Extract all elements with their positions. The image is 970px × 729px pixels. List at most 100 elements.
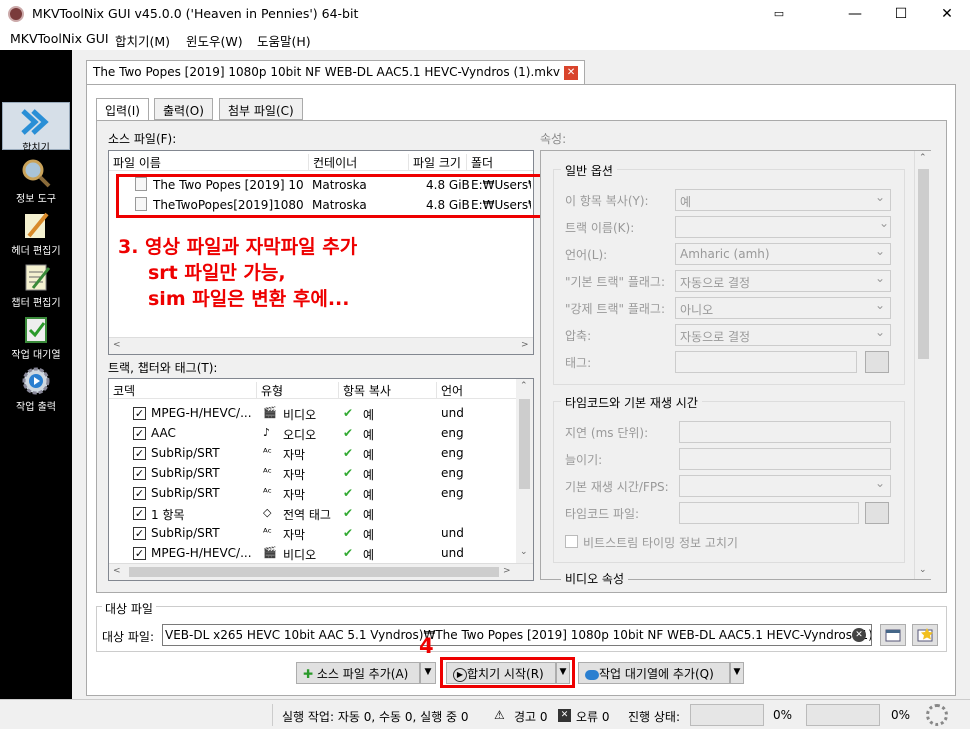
timing-field-input[interactable] [679, 421, 891, 443]
scroll-thumb[interactable] [918, 169, 929, 359]
fix-bitstream-checkbox[interactable] [565, 535, 578, 548]
restore-layout-icon[interactable]: ▭ [756, 0, 802, 28]
col-container[interactable]: 컨테이너 [309, 154, 409, 171]
timing-field-input[interactable] [679, 448, 891, 470]
clear-icon[interactable]: ✕ [852, 628, 866, 642]
track-row[interactable]: ✓ MPEG-H/HEVC/... 🎬 비디오 ✔ 예 und [109, 403, 515, 423]
sidebar-item-merge[interactable]: 합치기 [2, 102, 70, 154]
errors-count: 오류 0 [576, 710, 610, 724]
tab-input[interactable]: 입력(I) [96, 98, 149, 121]
col-file-size[interactable]: 파일 크기 [409, 154, 467, 171]
track-language: und [441, 546, 464, 560]
sidebar-item-job-output[interactable]: 작업 출력 [0, 362, 72, 414]
scroll-left-icon[interactable]: < [113, 566, 121, 576]
sidebar-item-info[interactable]: 정보 도구 [0, 154, 72, 206]
track-checkbox[interactable]: ✓ [133, 447, 146, 460]
scroll-up-icon[interactable]: ⌃ [520, 381, 528, 391]
timing-field-input[interactable] [679, 475, 891, 497]
browse-button[interactable] [865, 351, 889, 373]
track-checkbox[interactable]: ✓ [133, 527, 146, 540]
subtitle-icon: ᴬᶜ [263, 526, 272, 539]
add-source-dropdown[interactable]: ▼ [420, 662, 436, 684]
sidebar-item-job-queue[interactable]: 작업 대기열 [0, 310, 72, 362]
scroll-left-icon[interactable]: < [113, 340, 121, 350]
file-tab[interactable]: The Two Popes [2019] 1080p 10bit NF WEB-… [86, 60, 586, 84]
destination-input[interactable]: VEB-DL x265 HEVC 10bit AAC 5.1 Vyndros)₩… [162, 624, 872, 646]
tracks-list[interactable]: 코덱 유형 항목 복사 언어 ✓ MPEG-H/HEVC/... 🎬 비디오 ✔… [108, 378, 534, 581]
scroll-thumb[interactable] [129, 567, 499, 577]
tab-attachments[interactable]: 첨부 파일(C) [219, 98, 303, 120]
general-field-input[interactable]: 자동으로 결정 [675, 324, 891, 346]
add-to-queue-button[interactable]: 작업 대기열에 추가(Q) [578, 662, 730, 684]
col-language[interactable]: 언어 [437, 382, 517, 399]
menu-window[interactable]: 윈도우(W) [186, 31, 243, 50]
menu-mkvtoolnix[interactable]: MKVToolNix GUI [10, 31, 109, 46]
tracks-vscrollbar[interactable]: ⌃ ⌄ [516, 379, 533, 565]
tab-output[interactable]: 출력(O) [154, 98, 213, 120]
menu-merge[interactable]: 합치기(M) [115, 31, 170, 50]
general-field-label: 태그: [565, 356, 592, 370]
col-copy[interactable]: 항목 복사 [339, 382, 437, 399]
scroll-down-icon[interactable]: ⌄ [919, 565, 927, 575]
track-row[interactable]: ✓ MPEG-H/HEVC/... 🎬 비디오 ✔ 예 und [109, 543, 515, 563]
track-row[interactable]: ✓ 1 항목 ◇ 전역 태그 ✔ 예 [109, 503, 515, 523]
track-copy: 예 [363, 528, 375, 542]
track-type: 자막 [283, 488, 306, 502]
scroll-down-icon[interactable]: ⌄ [520, 547, 528, 557]
file-tab-label: The Two Popes [2019] 1080p 10bit NF WEB-… [93, 65, 561, 79]
col-type[interactable]: 유형 [257, 382, 339, 399]
properties-panel: 일반 옵션 이 항목 복사(Y): 예트랙 이름(K): ⌄ 언어(L): Amh… [540, 150, 931, 587]
track-row[interactable]: ✓ SubRip/SRT ᴬᶜ 자막 ✔ 예 und [109, 523, 515, 543]
sidebar-item-header-editor[interactable]: 헤더 편집기 [0, 206, 72, 258]
minimize-button[interactable]: — [832, 0, 878, 28]
maximize-button[interactable]: ☐ [878, 0, 924, 28]
track-type: 자막 [283, 468, 306, 482]
close-button[interactable]: ✕ [924, 0, 970, 28]
track-row[interactable]: ✓ SubRip/SRT ᴬᶜ 자막 ✔ 예 eng [109, 443, 515, 463]
annotation-line-1: 3. 영상 파일과 자막파일 추가 [118, 236, 358, 258]
tracks-hscrollbar[interactable]: < > [109, 563, 533, 580]
sidebar: 합치기 정보 도구 헤더 편집기 챕터 편집기 작업 대기열 작업 출력 [0, 50, 72, 699]
merge-icon [21, 109, 49, 135]
browse-button[interactable] [880, 624, 906, 646]
track-checkbox[interactable]: ✓ [133, 507, 146, 520]
warnings-count: 경고 0 [514, 710, 548, 724]
track-language: eng [441, 466, 464, 480]
source-hscrollbar[interactable]: < > [109, 337, 533, 354]
timing-field-input[interactable] [679, 502, 859, 524]
scroll-up-icon[interactable]: ⌃ [919, 153, 927, 163]
close-icon[interactable]: ✕ [564, 65, 579, 80]
general-field-input[interactable]: 예 [675, 189, 891, 211]
add-source-button[interactable]: ✚ 소스 파일 추가(A) [296, 662, 420, 684]
track-row[interactable]: ✓ AAC ♪ 오디오 ✔ 예 eng [109, 423, 515, 443]
scroll-right-icon[interactable]: > [521, 340, 529, 350]
general-field-input[interactable]: Amharic (amh) [675, 243, 891, 265]
track-checkbox[interactable]: ✓ [133, 427, 146, 440]
folder-icon [885, 629, 901, 642]
track-checkbox[interactable]: ✓ [133, 407, 146, 420]
track-checkbox[interactable]: ✓ [133, 547, 146, 560]
properties-vscrollbar[interactable]: ⌃ ⌄ [914, 151, 931, 579]
browse-button[interactable] [865, 502, 889, 524]
menu-help[interactable]: 도움말(H) [257, 31, 311, 50]
scroll-right-icon[interactable]: > [503, 566, 511, 576]
sidebar-item-chapter-editor[interactable]: 챕터 편집기 [0, 258, 72, 310]
checkmark-icon: ✔ [343, 446, 354, 460]
col-file-name[interactable]: 파일 이름 [109, 154, 309, 171]
track-row[interactable]: ✓ SubRip/SRT ᴬᶜ 자막 ✔ 예 eng [109, 463, 515, 483]
track-checkbox[interactable]: ✓ [133, 487, 146, 500]
general-field-input[interactable] [675, 216, 891, 238]
track-row[interactable]: ✓ SubRip/SRT ᴬᶜ 자막 ✔ 예 eng [109, 483, 515, 503]
track-language: eng [441, 446, 464, 460]
add-to-queue-dropdown[interactable]: ▼ [730, 662, 744, 684]
recent-destinations-button[interactable] [912, 624, 938, 646]
general-field-input[interactable] [675, 351, 857, 373]
col-codec[interactable]: 코덱 [109, 382, 257, 399]
tag-icon: ◇ [263, 506, 272, 519]
col-folder[interactable]: 폴더 [467, 154, 533, 171]
general-field-input[interactable]: 자동으로 결정 [675, 270, 891, 292]
scroll-thumb[interactable] [519, 399, 530, 489]
chevron-down-icon: ⌄ [879, 216, 890, 230]
track-checkbox[interactable]: ✓ [133, 467, 146, 480]
general-field-input[interactable]: 아니오 [675, 297, 891, 319]
